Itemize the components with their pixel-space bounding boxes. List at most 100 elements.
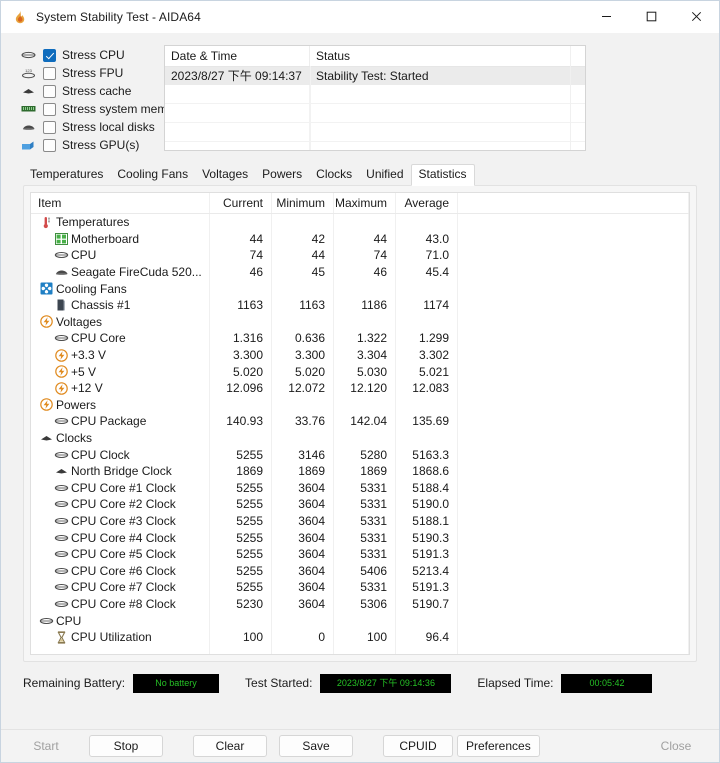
close-dialog-button[interactable]: Close — [645, 735, 707, 757]
row-item-cell: +5 V — [31, 365, 209, 379]
log-row[interactable]: 2023/8/27 下午 09:14:37 Stability Test: St… — [165, 67, 585, 85]
stress-memory-checkbox[interactable] — [43, 102, 56, 116]
hourglass-icon — [53, 630, 69, 644]
column-header-maximum[interactable]: Maximum — [333, 196, 395, 210]
tab-statistics[interactable]: Statistics — [410, 164, 475, 186]
memory-icon — [19, 101, 37, 117]
stop-button[interactable]: Stop — [89, 735, 163, 757]
stress-disks-checkbox[interactable] — [43, 120, 56, 134]
table-row[interactable]: Clocks — [31, 430, 689, 447]
row-maximum-cell: 74 — [373, 248, 387, 263]
cache-icon — [19, 83, 37, 99]
row-current-cell: 3.300 — [232, 348, 263, 363]
table-row[interactable]: CPU Core #8 Clock 5230 3604 5306 5190.7 — [31, 596, 689, 613]
flame-icon — [12, 9, 28, 25]
statistics-table[interactable]: Item Current Minimum Maximum Average Tem… — [30, 192, 690, 655]
table-row[interactable]: Voltages — [31, 314, 689, 331]
save-button[interactable]: Save — [279, 735, 353, 757]
table-row[interactable]: Cooling Fans — [31, 280, 689, 297]
log-grid[interactable]: Date & Time Status 2023/8/27 下午 09:14:37… — [164, 45, 586, 151]
gpu-icon — [19, 137, 37, 153]
row-maximum-cell: 142.04 — [350, 414, 387, 429]
tab-strip: Temperatures Cooling Fans Voltages Power… — [23, 164, 719, 186]
row-label: CPU Core #8 Clock — [71, 596, 176, 611]
system-stability-test-window: System Stability Test - AIDA64 Stress CP… — [0, 0, 720, 763]
table-row[interactable]: CPU Utilization 100 0 100 96.4 — [31, 629, 689, 646]
cpuid-button[interactable]: CPUID — [383, 735, 453, 757]
cpu-icon — [53, 597, 69, 611]
column-header-item[interactable]: Item — [31, 196, 209, 210]
row-minimum-cell: 3604 — [298, 497, 325, 512]
row-current-cell: 5255 — [236, 580, 263, 595]
minimize-button[interactable] — [584, 1, 629, 32]
maximize-button[interactable] — [629, 1, 674, 32]
table-row[interactable]: +12 V 12.096 12.072 12.120 12.083 — [31, 380, 689, 397]
tab-voltages[interactable]: Voltages — [195, 165, 255, 185]
row-label: CPU Core #6 Clock — [71, 563, 176, 578]
stress-option-cpu[interactable]: Stress CPU — [19, 46, 159, 64]
preferences-button[interactable]: Preferences — [457, 735, 540, 757]
table-row[interactable]: CPU — [31, 612, 689, 629]
row-label: CPU Utilization — [71, 630, 152, 645]
table-row[interactable]: Temperatures — [31, 214, 689, 231]
statistics-header-row: Item Current Minimum Maximum Average — [31, 193, 689, 214]
stress-option-gpu[interactable]: Stress GPU(s) — [19, 136, 159, 154]
table-row[interactable]: CPU Core #7 Clock 5255 3604 5331 5191.3 — [31, 579, 689, 596]
row-current-cell: 5255 — [236, 497, 263, 512]
table-row[interactable]: CPU Core 1.316 0.636 1.322 1.299 — [31, 330, 689, 347]
stress-option-cache[interactable]: Stress cache — [19, 82, 159, 100]
row-minimum-cell: 3604 — [298, 513, 325, 528]
row-item-cell: North Bridge Clock — [31, 464, 209, 478]
log-column-datetime[interactable]: Date & Time — [165, 46, 310, 66]
table-row[interactable]: CPU Clock 5255 3146 5280 5163.3 — [31, 446, 689, 463]
row-maximum-cell: 5331 — [360, 513, 387, 528]
tab-temperatures[interactable]: Temperatures — [23, 165, 110, 185]
row-current-cell: 5255 — [236, 563, 263, 578]
stress-option-disks[interactable]: Stress local disks — [19, 118, 159, 136]
row-label: CPU — [56, 613, 82, 628]
client-area: Stress CPU 123 Stress FPU Stress cache S… — [1, 33, 719, 729]
row-item-cell: CPU Package — [31, 414, 209, 428]
table-row[interactable]: CPU Core #2 Clock 5255 3604 5331 5190.0 — [31, 496, 689, 513]
table-row[interactable]: Motherboard 44 42 44 43.0 — [31, 231, 689, 248]
close-button[interactable] — [674, 1, 719, 32]
stress-fpu-checkbox[interactable] — [43, 66, 56, 80]
row-maximum-cell: 5280 — [360, 447, 387, 462]
table-row[interactable]: CPU Core #3 Clock 5255 3604 5331 5188.1 — [31, 513, 689, 530]
tab-powers[interactable]: Powers — [255, 165, 309, 185]
stress-cache-checkbox[interactable] — [43, 84, 56, 98]
table-row[interactable]: CPU 74 44 74 71.0 — [31, 247, 689, 264]
button-bar: Start Stop Clear Save CPUID Preferences … — [1, 729, 719, 762]
clear-button[interactable]: Clear — [193, 735, 267, 757]
stress-option-fpu[interactable]: 123 Stress FPU — [19, 64, 159, 82]
table-row[interactable]: CPU Core #5 Clock 5255 3604 5331 5191.3 — [31, 546, 689, 563]
table-row[interactable]: North Bridge Clock 1869 1869 1869 1868.6 — [31, 463, 689, 480]
stress-gpu-checkbox[interactable] — [43, 138, 56, 152]
table-row[interactable]: +5 V 5.020 5.020 5.030 5.021 — [31, 363, 689, 380]
table-row[interactable]: CPU Package 140.93 33.76 142.04 135.69 — [31, 413, 689, 430]
column-header-current[interactable]: Current — [209, 196, 271, 210]
table-row[interactable]: CPU Core #4 Clock 5255 3604 5331 5190.3 — [31, 529, 689, 546]
stress-cpu-checkbox[interactable] — [43, 48, 56, 62]
row-item-cell: Temperatures — [31, 215, 209, 229]
table-row[interactable]: CPU Core #6 Clock 5255 3604 5406 5213.4 — [31, 562, 689, 579]
log-column-status[interactable]: Status — [310, 46, 585, 66]
start-button[interactable]: Start — [15, 735, 77, 757]
column-header-minimum[interactable]: Minimum — [271, 196, 333, 210]
row-minimum-cell: 44 — [311, 248, 325, 263]
row-average-cell: 5191.3 — [412, 547, 449, 562]
stress-option-label: Stress local disks — [62, 120, 155, 134]
table-row[interactable]: Powers — [31, 397, 689, 414]
table-row[interactable]: +3.3 V 3.300 3.300 3.304 3.302 — [31, 347, 689, 364]
table-row[interactable]: Chassis #1 1163 1163 1186 1174 — [31, 297, 689, 314]
row-minimum-cell: 3604 — [298, 580, 325, 595]
row-item-cell: Powers — [31, 398, 209, 412]
stress-option-memory[interactable]: Stress system memory — [19, 100, 184, 118]
column-header-average[interactable]: Average — [395, 196, 457, 210]
tab-cooling-fans[interactable]: Cooling Fans — [110, 165, 195, 185]
table-row[interactable]: Seagate FireCuda 520... 46 45 46 45.4 — [31, 264, 689, 281]
table-row[interactable]: CPU Core #1 Clock 5255 3604 5331 5188.4 — [31, 480, 689, 497]
tab-unified[interactable]: Unified — [359, 165, 410, 185]
tab-clocks[interactable]: Clocks — [309, 165, 359, 185]
row-item-cell: +12 V — [31, 381, 209, 395]
